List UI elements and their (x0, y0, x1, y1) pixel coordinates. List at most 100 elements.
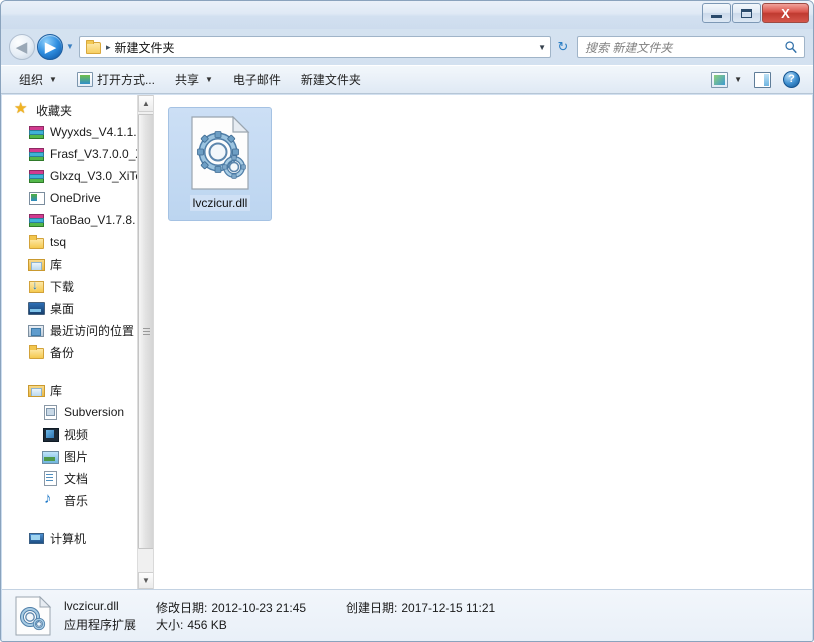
sidebar-item-label: TaoBao_V1.7.8. (50, 213, 136, 227)
details-file-type: 应用程序扩展 (64, 617, 137, 632)
share-button[interactable]: 共享 ▼ (167, 69, 221, 91)
sidebar-item-label: 下载 (50, 279, 75, 294)
scrollbar-thumb[interactable] (138, 114, 153, 549)
preview-pane-button[interactable] (747, 69, 778, 91)
new-folder-button[interactable]: 新建文件夹 (293, 69, 369, 91)
breadcrumb-dropdown[interactable]: ▼ (538, 37, 546, 57)
computer-icon (28, 530, 44, 546)
sidebar-item-label: 最近访问的位置 (50, 323, 135, 338)
sidebar-item-label: Wyyxds_V4.1.1. (50, 125, 137, 139)
chevron-down-icon: ▼ (142, 576, 150, 585)
sidebar-item-taobao[interactable]: TaoBao_V1.7.8. (2, 209, 153, 231)
sidebar-item-backup[interactable]: 备份 (2, 341, 153, 363)
archive-icon (28, 212, 44, 228)
video-icon (42, 426, 59, 442)
sidebar-group-computer[interactable]: 计算机 (2, 527, 153, 549)
sidebar-scrollbar[interactable]: ▲ ▼ (137, 95, 153, 589)
sidebar-item-label: tsq (50, 235, 67, 249)
sidebar-item-label: 音乐 (64, 493, 89, 508)
details-file-name-row: lvczicur.dll (64, 599, 156, 616)
folder-icon (28, 234, 44, 250)
open-with-icon (76, 72, 93, 87)
dll-file-icon (191, 116, 250, 190)
details-created-row: 创建日期: 2017-12-15 11:21 (346, 599, 566, 616)
search-input[interactable]: 搜索 新建文件夹 (577, 36, 805, 58)
downloads-icon (28, 278, 44, 294)
explorer-window: X ◀ ▶ ▼ ▸ 新建文件夹 ▼ ↻ 搜索 新建文件夹 组织 ▼ 打开方式..… (0, 0, 814, 642)
sidebar-group-label: 计算机 (50, 531, 87, 546)
refresh-button[interactable]: ↻ (552, 36, 574, 58)
toolbar: 组织 ▼ 打开方式... 共享 ▼ 电子邮件 新建文件夹 ▼ ? (1, 65, 813, 94)
address-bar-row: ◀ ▶ ▼ ▸ 新建文件夹 ▼ ↻ 搜索 新建文件夹 (1, 29, 813, 65)
sidebar-item-recent-places[interactable]: 最近访问的位置 (2, 319, 153, 341)
chevron-down-icon: ▼ (734, 75, 742, 84)
toolbar-right-group: ▼ ? (708, 69, 813, 91)
window-controls: X (702, 3, 809, 23)
recent-pages-dropdown[interactable]: ▼ (63, 34, 77, 60)
open-with-button[interactable]: 打开方式... (69, 69, 163, 91)
back-arrow-icon: ◀ (15, 38, 28, 56)
sidebar-item-frasf[interactable]: Frasf_V3.7.0.0_X (2, 143, 153, 165)
maximize-icon (741, 8, 752, 18)
sidebar-item-subversion[interactable]: Subversion (2, 401, 153, 423)
archive-icon (28, 124, 44, 140)
sidebar-item-label: Frasf_V3.7.0.0_X (50, 147, 144, 161)
forward-arrow-icon: ▶ (44, 38, 57, 56)
sidebar-group-favorites[interactable]: 收藏夹 (2, 99, 153, 121)
file-item-lvczicur-dll[interactable]: lvczicur.dll (168, 107, 272, 221)
minimize-icon (711, 15, 722, 18)
subversion-icon (42, 404, 58, 420)
email-button[interactable]: 电子邮件 (225, 69, 289, 91)
folder-icon (28, 344, 44, 360)
sidebar-item-onedrive[interactable]: OneDrive (2, 187, 153, 209)
minimize-button[interactable] (702, 3, 731, 23)
breadcrumb[interactable]: ▸ 新建文件夹 ▼ (79, 36, 551, 58)
search-icon (785, 41, 797, 54)
help-button[interactable]: ? (780, 69, 803, 91)
details-size-label: 大小: (156, 617, 184, 632)
library-icon (28, 382, 45, 398)
sidebar-item-music[interactable]: 音乐 (2, 489, 153, 511)
organize-button[interactable]: 组织 ▼ (11, 69, 65, 91)
picture-icon (42, 448, 59, 464)
sidebar-item-videos[interactable]: 视频 (2, 423, 153, 445)
dll-file-icon (15, 595, 52, 635)
folder-icon (85, 40, 101, 54)
star-icon (14, 99, 30, 118)
title-bar: X (1, 1, 813, 29)
chevron-down-icon: ▼ (49, 75, 57, 84)
navigation-pane[interactable]: 收藏夹 Wyyxds_V4.1.1. Frasf_V3.7.0.0_X Glxz… (2, 95, 154, 589)
sidebar-item-label: 文档 (64, 471, 89, 486)
sidebar-item-desktop[interactable]: 桌面 (2, 297, 153, 319)
maximize-button[interactable] (732, 3, 761, 23)
sidebar-item-label: 视频 (64, 427, 89, 442)
sidebar-item-tsq[interactable]: tsq (2, 231, 153, 253)
sidebar-group-libraries[interactable]: 库 (2, 379, 153, 401)
details-created-column: 创建日期: 2017-12-15 11:21 (346, 599, 566, 633)
scroll-up-button[interactable]: ▲ (138, 95, 153, 112)
sidebar-item-downloads[interactable]: 下载 (2, 275, 153, 297)
sidebar-item-wyyxds[interactable]: Wyyxds_V4.1.1. (2, 121, 153, 143)
forward-button[interactable]: ▶ (37, 34, 63, 60)
onedrive-icon (28, 190, 45, 206)
recent-places-icon (28, 322, 44, 338)
sidebar-item-label: 图片 (64, 449, 89, 464)
scroll-down-button[interactable]: ▼ (138, 572, 153, 589)
sidebar-group-label: 收藏夹 (36, 103, 73, 118)
close-button[interactable]: X (762, 3, 809, 23)
chevron-down-icon: ▼ (204, 75, 213, 84)
change-view-button[interactable]: ▼ (708, 69, 745, 91)
file-list-pane[interactable]: lvczicur.dll (154, 95, 812, 589)
details-file-type-row: 应用程序扩展 (64, 616, 156, 633)
sidebar-item-pictures[interactable]: 图片 (2, 445, 153, 467)
close-icon: X (781, 5, 790, 21)
sidebar-item-library[interactable]: 库 (2, 253, 153, 275)
refresh-icon: ↻ (557, 39, 569, 54)
details-created-value: 2017-12-15 11:21 (401, 600, 496, 615)
explorer-body: 收藏夹 Wyyxds_V4.1.1. Frasf_V3.7.0.0_X Glxz… (2, 95, 812, 589)
sidebar-item-documents[interactable]: 文档 (2, 467, 153, 489)
details-modified-value: 2012-10-23 21:45 (211, 600, 307, 615)
back-button[interactable]: ◀ (9, 34, 35, 60)
sidebar-item-glxzq[interactable]: Glxzq_V3.0_XiTo (2, 165, 153, 187)
